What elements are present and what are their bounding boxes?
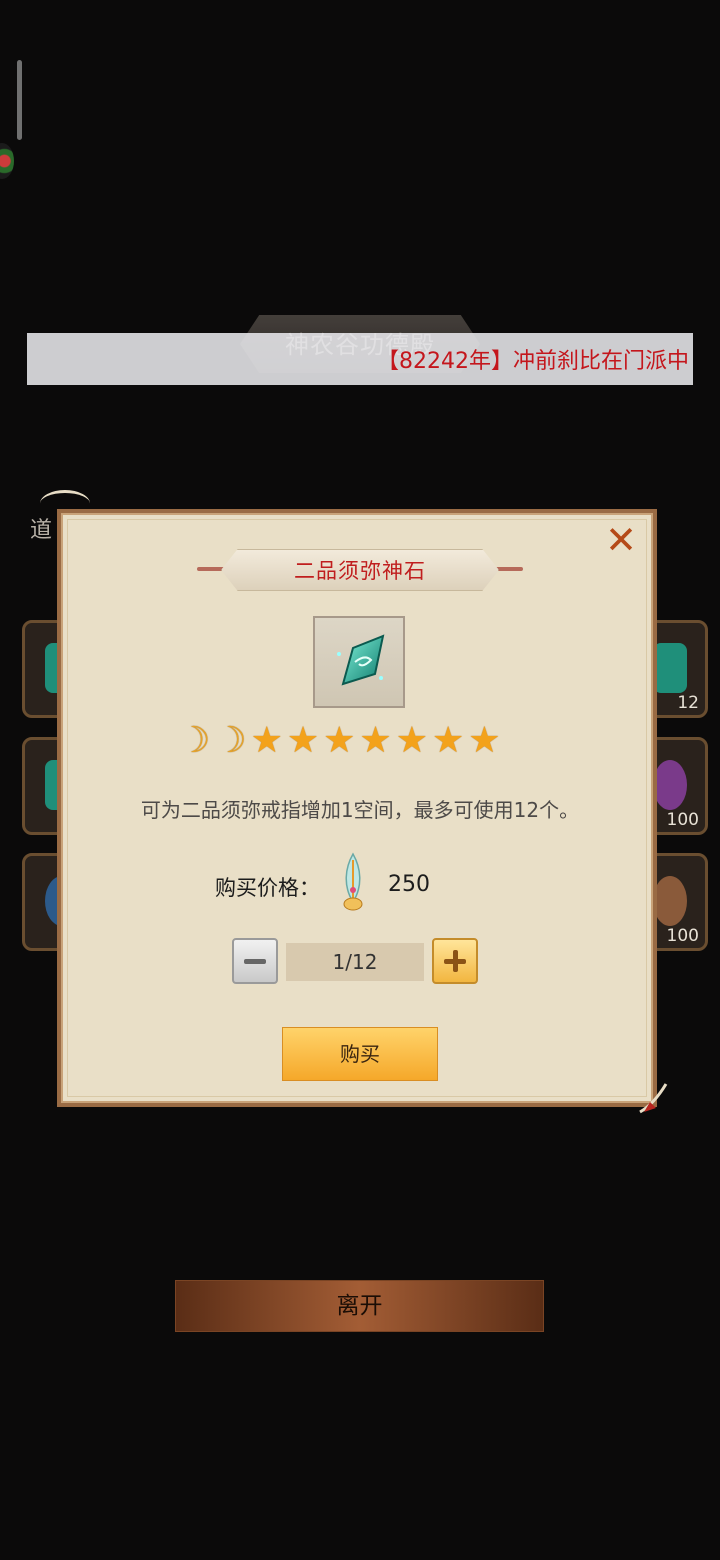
item-description: 可为二品须弥戒指增加1空间，最多可使用12个。 xyxy=(140,798,580,822)
slot-count: 100 xyxy=(666,810,699,830)
star-icon: ★ xyxy=(359,720,392,761)
marquee-banner: 【82242年】冲前刹比在门派中 xyxy=(27,333,693,385)
star-icon: ★ xyxy=(286,720,320,761)
side-orb-icon[interactable] xyxy=(0,143,14,179)
star-icon: ★ xyxy=(395,720,428,761)
star-icon: ★ xyxy=(468,720,501,761)
star-icon: ★ xyxy=(323,720,356,761)
close-icon[interactable]: ✕ xyxy=(604,521,638,559)
marquee-bracket-close: 】 xyxy=(491,349,514,374)
moon-icon: ☽ xyxy=(178,720,211,761)
leave-button[interactable]: 离开 xyxy=(175,1280,544,1332)
marquee-text: 【82242年】冲前刹比在门派中 xyxy=(377,343,689,375)
scroll-indicator[interactable] xyxy=(17,60,22,140)
gem-icon xyxy=(337,634,385,686)
star-icon: ★ xyxy=(431,720,465,761)
price-value: 250 xyxy=(388,872,430,897)
corner-ornament-icon xyxy=(639,1083,668,1114)
item-frame xyxy=(313,616,405,708)
marquee-year: 82242年 xyxy=(399,349,492,374)
star-icon: ★ xyxy=(250,720,283,761)
plus-icon[interactable] xyxy=(432,938,478,984)
marquee-message: 冲前刹比在门派中 xyxy=(513,349,690,374)
item-title-bar: 二品须弥神石 xyxy=(197,549,523,591)
marquee-bracket-open: 【 xyxy=(377,349,400,374)
price-label: 购买价格： xyxy=(215,876,320,900)
gem-icon xyxy=(653,643,687,693)
quantity-field[interactable]: 1/12 xyxy=(286,943,424,981)
corner-ornament-icon xyxy=(40,490,90,517)
slot-count: 100 xyxy=(666,926,699,946)
moon-icon: ☽ xyxy=(214,720,247,761)
slot-count: 12 xyxy=(677,693,699,713)
currency-feather-icon xyxy=(343,852,363,911)
minus-icon[interactable] xyxy=(232,938,278,984)
orb-icon xyxy=(653,876,687,926)
item-rating: ☽ ☽ ★ ★ ★ ★ ★ ★ ★ xyxy=(178,720,501,762)
item-name: 二品须弥神石 xyxy=(294,559,426,583)
buy-button[interactable]: 购买 xyxy=(282,1027,438,1081)
